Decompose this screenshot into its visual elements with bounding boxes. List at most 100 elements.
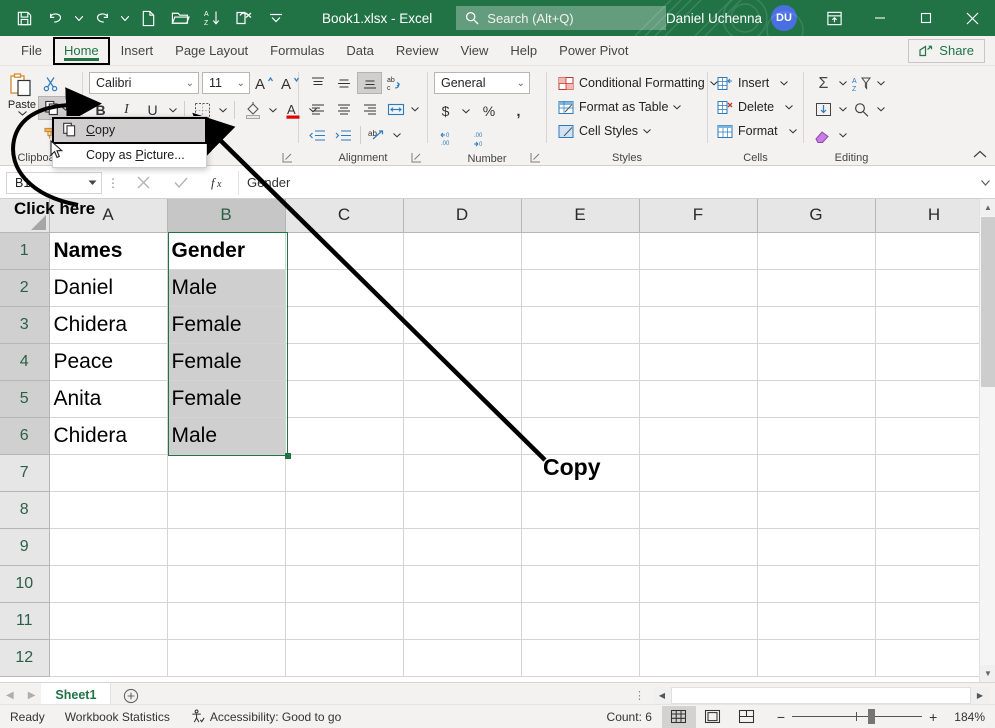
cell-B9[interactable] [167, 528, 285, 565]
cell-D11[interactable] [403, 602, 521, 639]
zoom-level[interactable]: 184% [950, 710, 995, 724]
cell-D10[interactable] [403, 565, 521, 602]
collapse-ribbon-button[interactable] [973, 148, 987, 162]
number-format-combo[interactable]: General ⌄ [434, 72, 530, 94]
row-header-12[interactable]: 12 [0, 639, 49, 676]
next-sheet-icon[interactable]: ▶ [28, 690, 36, 701]
sort-az-icon[interactable]: A Z [196, 4, 228, 32]
cell-G9[interactable] [757, 528, 875, 565]
chevron-down-icon[interactable] [391, 124, 403, 146]
page-layout-view-button[interactable] [696, 706, 730, 728]
cell-A7[interactable] [49, 454, 167, 491]
cell-F1[interactable] [639, 232, 757, 269]
cell-H4[interactable] [875, 343, 993, 380]
cell-A3[interactable]: Chidera [49, 306, 167, 343]
autosum-button[interactable]: Σ [812, 73, 835, 95]
column-header-c[interactable]: C [285, 199, 403, 232]
cell-D1[interactable] [403, 232, 521, 269]
insert-function-button[interactable]: f x [200, 171, 238, 195]
cell-A5[interactable]: Anita [49, 380, 167, 417]
cell-C8[interactable] [285, 491, 403, 528]
format-cells-button[interactable]: Format [714, 119, 800, 143]
cell-F6[interactable] [639, 417, 757, 454]
cell-F7[interactable] [639, 454, 757, 491]
cell-B7[interactable] [167, 454, 285, 491]
cell-B10[interactable] [167, 565, 285, 602]
merge-and-center-button[interactable] [383, 98, 408, 120]
find-and-select-button[interactable] [850, 99, 873, 121]
touch-mode-icon[interactable] [228, 4, 260, 32]
cell-G6[interactable] [757, 417, 875, 454]
chevron-down-icon[interactable]: ⌄ [513, 78, 525, 89]
minimize-button[interactable] [857, 0, 903, 36]
cell-E3[interactable] [521, 306, 639, 343]
chevron-down-icon[interactable] [72, 4, 86, 32]
format-as-table-button[interactable]: Format as Table [555, 95, 684, 119]
chevron-down-icon[interactable] [875, 73, 886, 95]
cell-E4[interactable] [521, 343, 639, 380]
cell-C6[interactable] [285, 417, 403, 454]
name-box[interactable]: B1 [6, 172, 102, 194]
sort-and-filter-button[interactable]: A Z [850, 73, 873, 95]
cell-H3[interactable] [875, 306, 993, 343]
chevron-down-icon[interactable] [267, 99, 278, 121]
cell-F2[interactable] [639, 269, 757, 306]
zoom-slider[interactable]: − + [764, 709, 950, 725]
cell-A2[interactable]: Daniel [49, 269, 167, 306]
cell-H6[interactable] [875, 417, 993, 454]
cell-A9[interactable] [49, 528, 167, 565]
cell-F5[interactable] [639, 380, 757, 417]
previous-sheet-icon[interactable]: ◀ [6, 690, 14, 701]
zoom-out-button[interactable]: − [770, 709, 792, 725]
redo-button[interactable] [86, 4, 132, 32]
align-bottom-button[interactable] [357, 72, 382, 94]
formula-input[interactable]: Gender [238, 171, 975, 195]
tab-formulas[interactable]: Formulas [259, 36, 335, 66]
chevron-down-icon[interactable] [217, 99, 228, 121]
row-header-2[interactable]: 2 [0, 269, 49, 306]
cell-E12[interactable] [521, 639, 639, 676]
cell-A12[interactable] [49, 639, 167, 676]
cell-H1[interactable] [875, 232, 993, 269]
cell-H9[interactable] [875, 528, 993, 565]
chevron-down-icon[interactable] [837, 99, 848, 121]
cell-G11[interactable] [757, 602, 875, 639]
cell-D5[interactable] [403, 380, 521, 417]
cell-C7[interactable] [285, 454, 403, 491]
zoom-in-button[interactable]: + [922, 709, 944, 725]
cell-C5[interactable] [285, 380, 403, 417]
cell-G8[interactable] [757, 491, 875, 528]
cell-C4[interactable] [285, 343, 403, 380]
horizontal-scroll-track[interactable] [671, 687, 971, 704]
cell-A10[interactable] [49, 565, 167, 602]
cell-B11[interactable] [167, 602, 285, 639]
cell-G12[interactable] [757, 639, 875, 676]
cell-B3[interactable]: Female [167, 306, 285, 343]
open-folder-icon[interactable] [164, 4, 196, 32]
delete-cells-button[interactable]: Delete [714, 95, 796, 119]
cell-D12[interactable] [403, 639, 521, 676]
cell-D6[interactable] [403, 417, 521, 454]
cell-H10[interactable] [875, 565, 993, 602]
menu-item-copy-as-picture[interactable]: Copy as Picture... [53, 142, 206, 167]
cell-H5[interactable] [875, 380, 993, 417]
tab-page-layout[interactable]: Page Layout [164, 36, 259, 66]
font-dialog-launcher[interactable] [282, 152, 294, 164]
row-header-9[interactable]: 9 [0, 528, 49, 565]
cut-button[interactable] [38, 73, 64, 95]
row-header-3[interactable]: 3 [0, 306, 49, 343]
row-header-8[interactable]: 8 [0, 491, 49, 528]
cell-A8[interactable] [49, 491, 167, 528]
normal-view-button[interactable] [662, 706, 696, 728]
clear-button[interactable] [812, 125, 835, 147]
cell-G10[interactable] [757, 565, 875, 602]
chevron-down-icon[interactable] [118, 4, 132, 32]
cell-B8[interactable] [167, 491, 285, 528]
decrease-indent-button[interactable] [305, 124, 330, 146]
undo-icon[interactable] [40, 4, 72, 32]
align-middle-button[interactable] [331, 72, 356, 94]
undo-button[interactable] [40, 4, 86, 32]
cell-F3[interactable] [639, 306, 757, 343]
cell-F12[interactable] [639, 639, 757, 676]
page-break-view-button[interactable] [730, 706, 764, 728]
